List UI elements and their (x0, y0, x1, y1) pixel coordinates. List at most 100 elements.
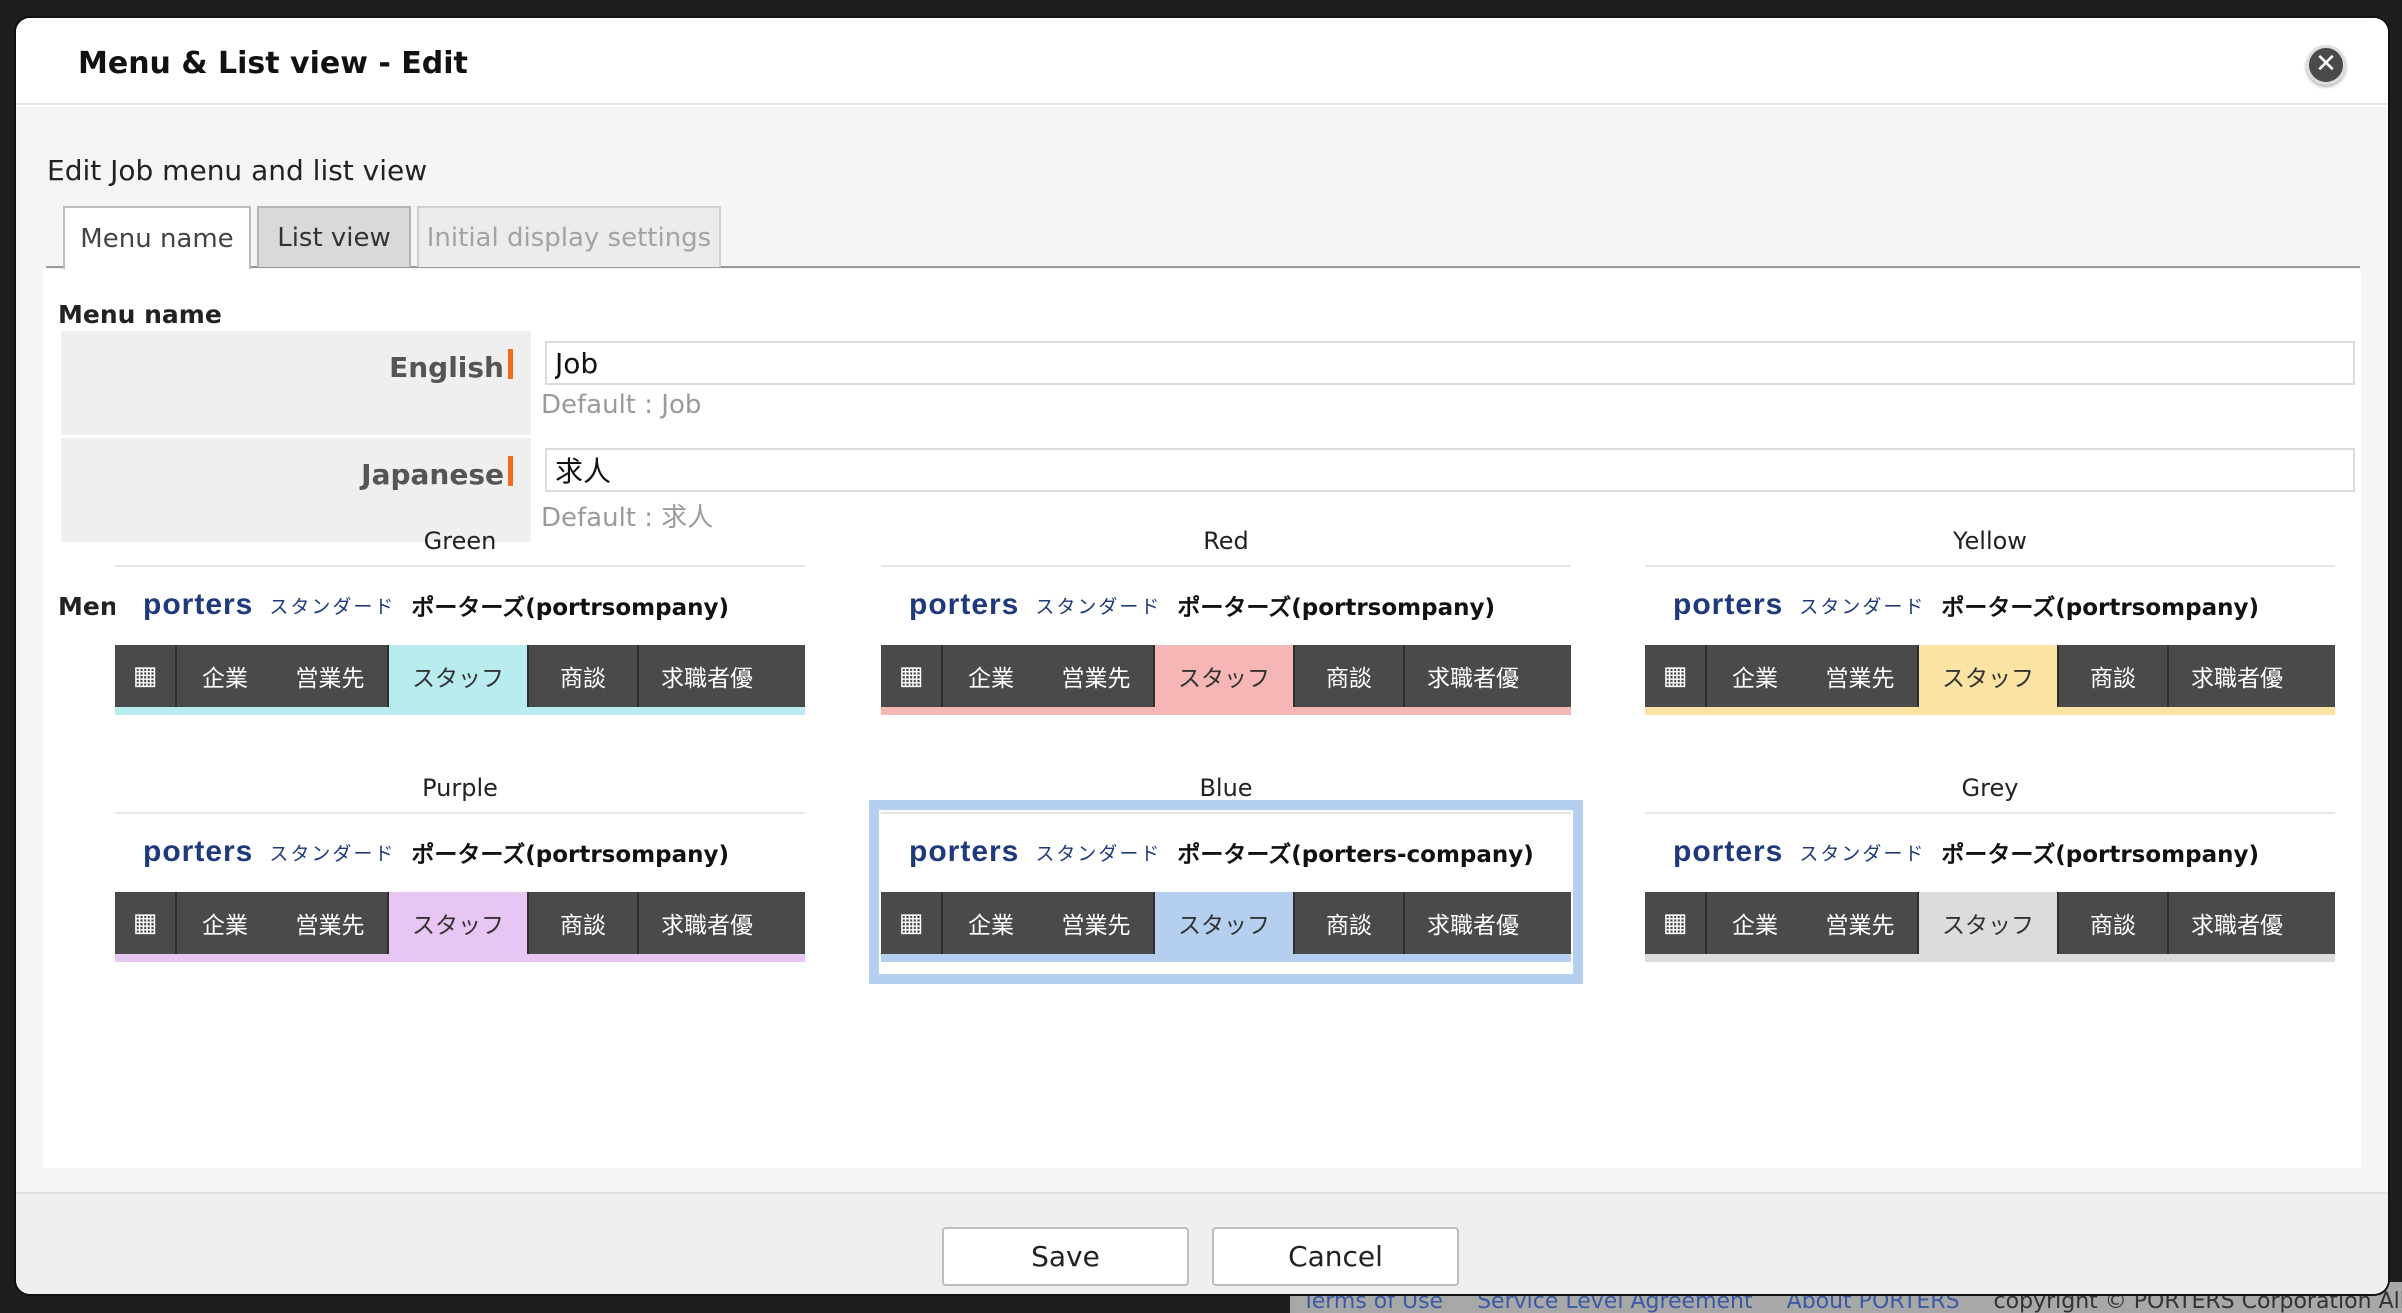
edition-label: スタンダード (1035, 842, 1162, 865)
theme-preview[interactable]: porters スタンダード ポーターズ(portrsompany) ▦ 企業 営業先 スタ… (1645, 565, 2335, 725)
japanese-label: Japanese (361, 458, 504, 491)
about-link[interactable]: About PORTERS (1787, 1291, 1960, 1313)
theme-name: Green (423, 527, 497, 555)
preview-nav-item: スタッフ (389, 892, 529, 954)
theme-option-red[interactable]: Red porters スタンダード ポーターズ(portrsompany) ▦ 企業 営業… (881, 527, 1581, 727)
theme-option-yellow[interactable]: Yellow porters スタンダード ポーターズ(portrsompany) ▦ 企… (1645, 527, 2345, 727)
porters-logo: porters (143, 835, 254, 868)
theme-name: Blue (1199, 774, 1253, 802)
required-marker (508, 456, 513, 486)
company-name: ポーターズ(portrsompany) (411, 842, 730, 868)
english-name-input[interactable] (545, 341, 2355, 385)
preview-header: porters スタンダード ポーターズ(portrsompany) (1673, 581, 2259, 629)
preview-header: porters スタンダード ポーターズ(porters-company) (909, 828, 1534, 876)
theme-preview[interactable]: porters スタンダード ポーターズ(portrsompany) ▦ 企業 営業先 スタ… (881, 565, 1571, 725)
modal-header: Menu & List view - Edit ✕ (16, 18, 2388, 105)
grid-icon: ▦ (1645, 645, 1707, 707)
theme-option-blue[interactable]: Blue porters スタンダード ポーターズ(porters-company) ▦… (869, 774, 1583, 984)
preview-nav-item: 企業 (1732, 913, 1778, 939)
porters-logo: porters (143, 588, 254, 621)
preview-nav-item: 求職者優 (2191, 666, 2283, 692)
preview-nav-bar: ▦ 企業 営業先 スタッフ 商談 求職者優 (1645, 645, 2335, 707)
preview-nav-item: 商談 (2059, 892, 2169, 954)
preview-nav-item: 商談 (529, 892, 639, 954)
preview-nav-item: スタッフ (1919, 892, 2059, 954)
preview-nav-bar: ▦ 企業 営業先 スタッフ 商談 求職者優 (1645, 892, 2335, 954)
preview-nav-bar: ▦ 企業 営業先 スタッフ 商談 求職者優 (115, 892, 805, 954)
grid-icon: ▦ (881, 892, 943, 954)
preview-nav-item: 求職者優 (661, 666, 753, 692)
preview-header: porters スタンダード ポーターズ(portrsompany) (143, 581, 729, 629)
menu-name-heading: Menu name (58, 300, 222, 329)
preview-nav-item: 求職者優 (661, 913, 753, 939)
preview-header: porters スタンダード ポーターズ(portrsompany) (1673, 828, 2259, 876)
japanese-name-input[interactable] (545, 448, 2355, 492)
theme-accent-line (1645, 954, 2335, 962)
tab-menu-name[interactable]: Menu name (63, 206, 251, 269)
english-default-text: Default : Job (541, 390, 702, 420)
edition-label: スタンダード (269, 595, 396, 618)
preview-nav-item: 求職者優 (1427, 666, 1519, 692)
theme-option-green[interactable]: Green porters スタンダード ポーターズ(portrsompany) ▦ 企業… (115, 527, 815, 727)
theme-name: Yellow (1953, 527, 2027, 555)
grid-icon: ▦ (115, 892, 177, 954)
preview-nav-item: 企業 (202, 913, 248, 939)
porters-logo: porters (1673, 835, 1784, 868)
theme-preview[interactable]: porters スタンダード ポーターズ(porters-company) ▦ 企業 営業… (869, 800, 1583, 984)
modal-subtitle: Edit Job menu and list view (47, 154, 428, 187)
theme-accent-line (115, 707, 805, 715)
theme-preview[interactable]: porters スタンダード ポーターズ(portrsompany) ▦ 企業 営業先 スタ… (1645, 812, 2335, 972)
sla-link[interactable]: Service Level Agreement (1477, 1291, 1753, 1313)
edition-label: スタンダード (1035, 595, 1162, 618)
company-name: ポーターズ(portrsompany) (411, 595, 730, 621)
theme-option-grey[interactable]: Grey porters スタンダード ポーターズ(portrsompany) ▦ 企業営… (1645, 774, 2345, 974)
theme-option-purple[interactable]: Purple porters スタンダード ポーターズ(portrsompany) ▦ 企… (115, 774, 815, 974)
edition-label: スタンダード (269, 842, 396, 865)
preview-nav-item: スタッフ (1155, 645, 1295, 707)
copyright-text: copyright © PORTERS Corporation All Righ… (1993, 1289, 2402, 1313)
tab-bar: Menu name List view Initial display sett… (46, 206, 2360, 269)
preview-nav-item: 企業 (202, 666, 248, 692)
preview-header: porters スタンダード ポーターズ(portrsompany) (909, 581, 1495, 629)
tab-list-view[interactable]: List view (257, 206, 411, 267)
preview-nav-bar: ▦ 企業 営業先 スタッフ 商談 求職者優 (881, 892, 1571, 954)
preview-nav-item: スタッフ (1155, 892, 1295, 954)
preview-nav-item: 営業先 (273, 645, 389, 707)
preview-nav-item: 営業先 (1803, 645, 1919, 707)
preview-nav-item: 商談 (529, 645, 639, 707)
theme-name: Grey (1961, 774, 2019, 802)
theme-accent-line (115, 954, 805, 962)
save-button[interactable]: Save (942, 1227, 1189, 1286)
preview-nav-item: 営業先 (273, 892, 389, 954)
grid-icon: ▦ (1645, 892, 1707, 954)
cancel-button[interactable]: Cancel (1212, 1227, 1459, 1286)
preview-header: porters スタンダード ポーターズ(portrsompany) (143, 828, 729, 876)
close-icon[interactable]: ✕ (2306, 45, 2346, 85)
preview-nav-item: 企業 (968, 666, 1014, 692)
theme-name: Purple (422, 774, 498, 802)
theme-preview[interactable]: porters スタンダード ポーターズ(portrsompany) ▦ 企業 営業先 スタ… (115, 565, 805, 725)
terms-link[interactable]: Terms of Use (1302, 1291, 1443, 1313)
modal-footer: Save Cancel (16, 1192, 2388, 1294)
preview-nav-item: 企業 (968, 913, 1014, 939)
porters-logo: porters (909, 588, 1020, 621)
preview-nav-item: スタッフ (1919, 645, 2059, 707)
preview-nav-bar: ▦ 企業 営業先 スタッフ 商談 求職者優 (115, 645, 805, 707)
edition-label: スタンダード (1799, 595, 1926, 618)
theme-name: Red (1203, 527, 1249, 555)
grid-icon: ▦ (115, 645, 177, 707)
porters-logo: porters (909, 835, 1020, 868)
preview-nav-item: 求職者優 (2191, 913, 2283, 939)
preview-nav-bar: ▦ 企業 営業先 スタッフ 商談 求職者優 (881, 645, 1571, 707)
company-name: ポーターズ(portrsompany) (1941, 842, 2260, 868)
porters-logo: porters (1673, 588, 1784, 621)
english-label: English (389, 351, 504, 384)
tab-content: Menu name English Default : Job Japanese… (43, 269, 2361, 1168)
preview-nav-item: 商談 (1295, 645, 1405, 707)
theme-preview[interactable]: porters スタンダード ポーターズ(portrsompany) ▦ 企業 営業先 スタ… (115, 812, 805, 972)
preview-nav-item: 求職者優 (1427, 913, 1519, 939)
company-name: ポーターズ(portrsompany) (1941, 595, 2260, 621)
edition-label: スタンダード (1799, 842, 1926, 865)
company-name: ポーターズ(porters-company) (1177, 842, 1534, 868)
grid-icon: ▦ (881, 645, 943, 707)
